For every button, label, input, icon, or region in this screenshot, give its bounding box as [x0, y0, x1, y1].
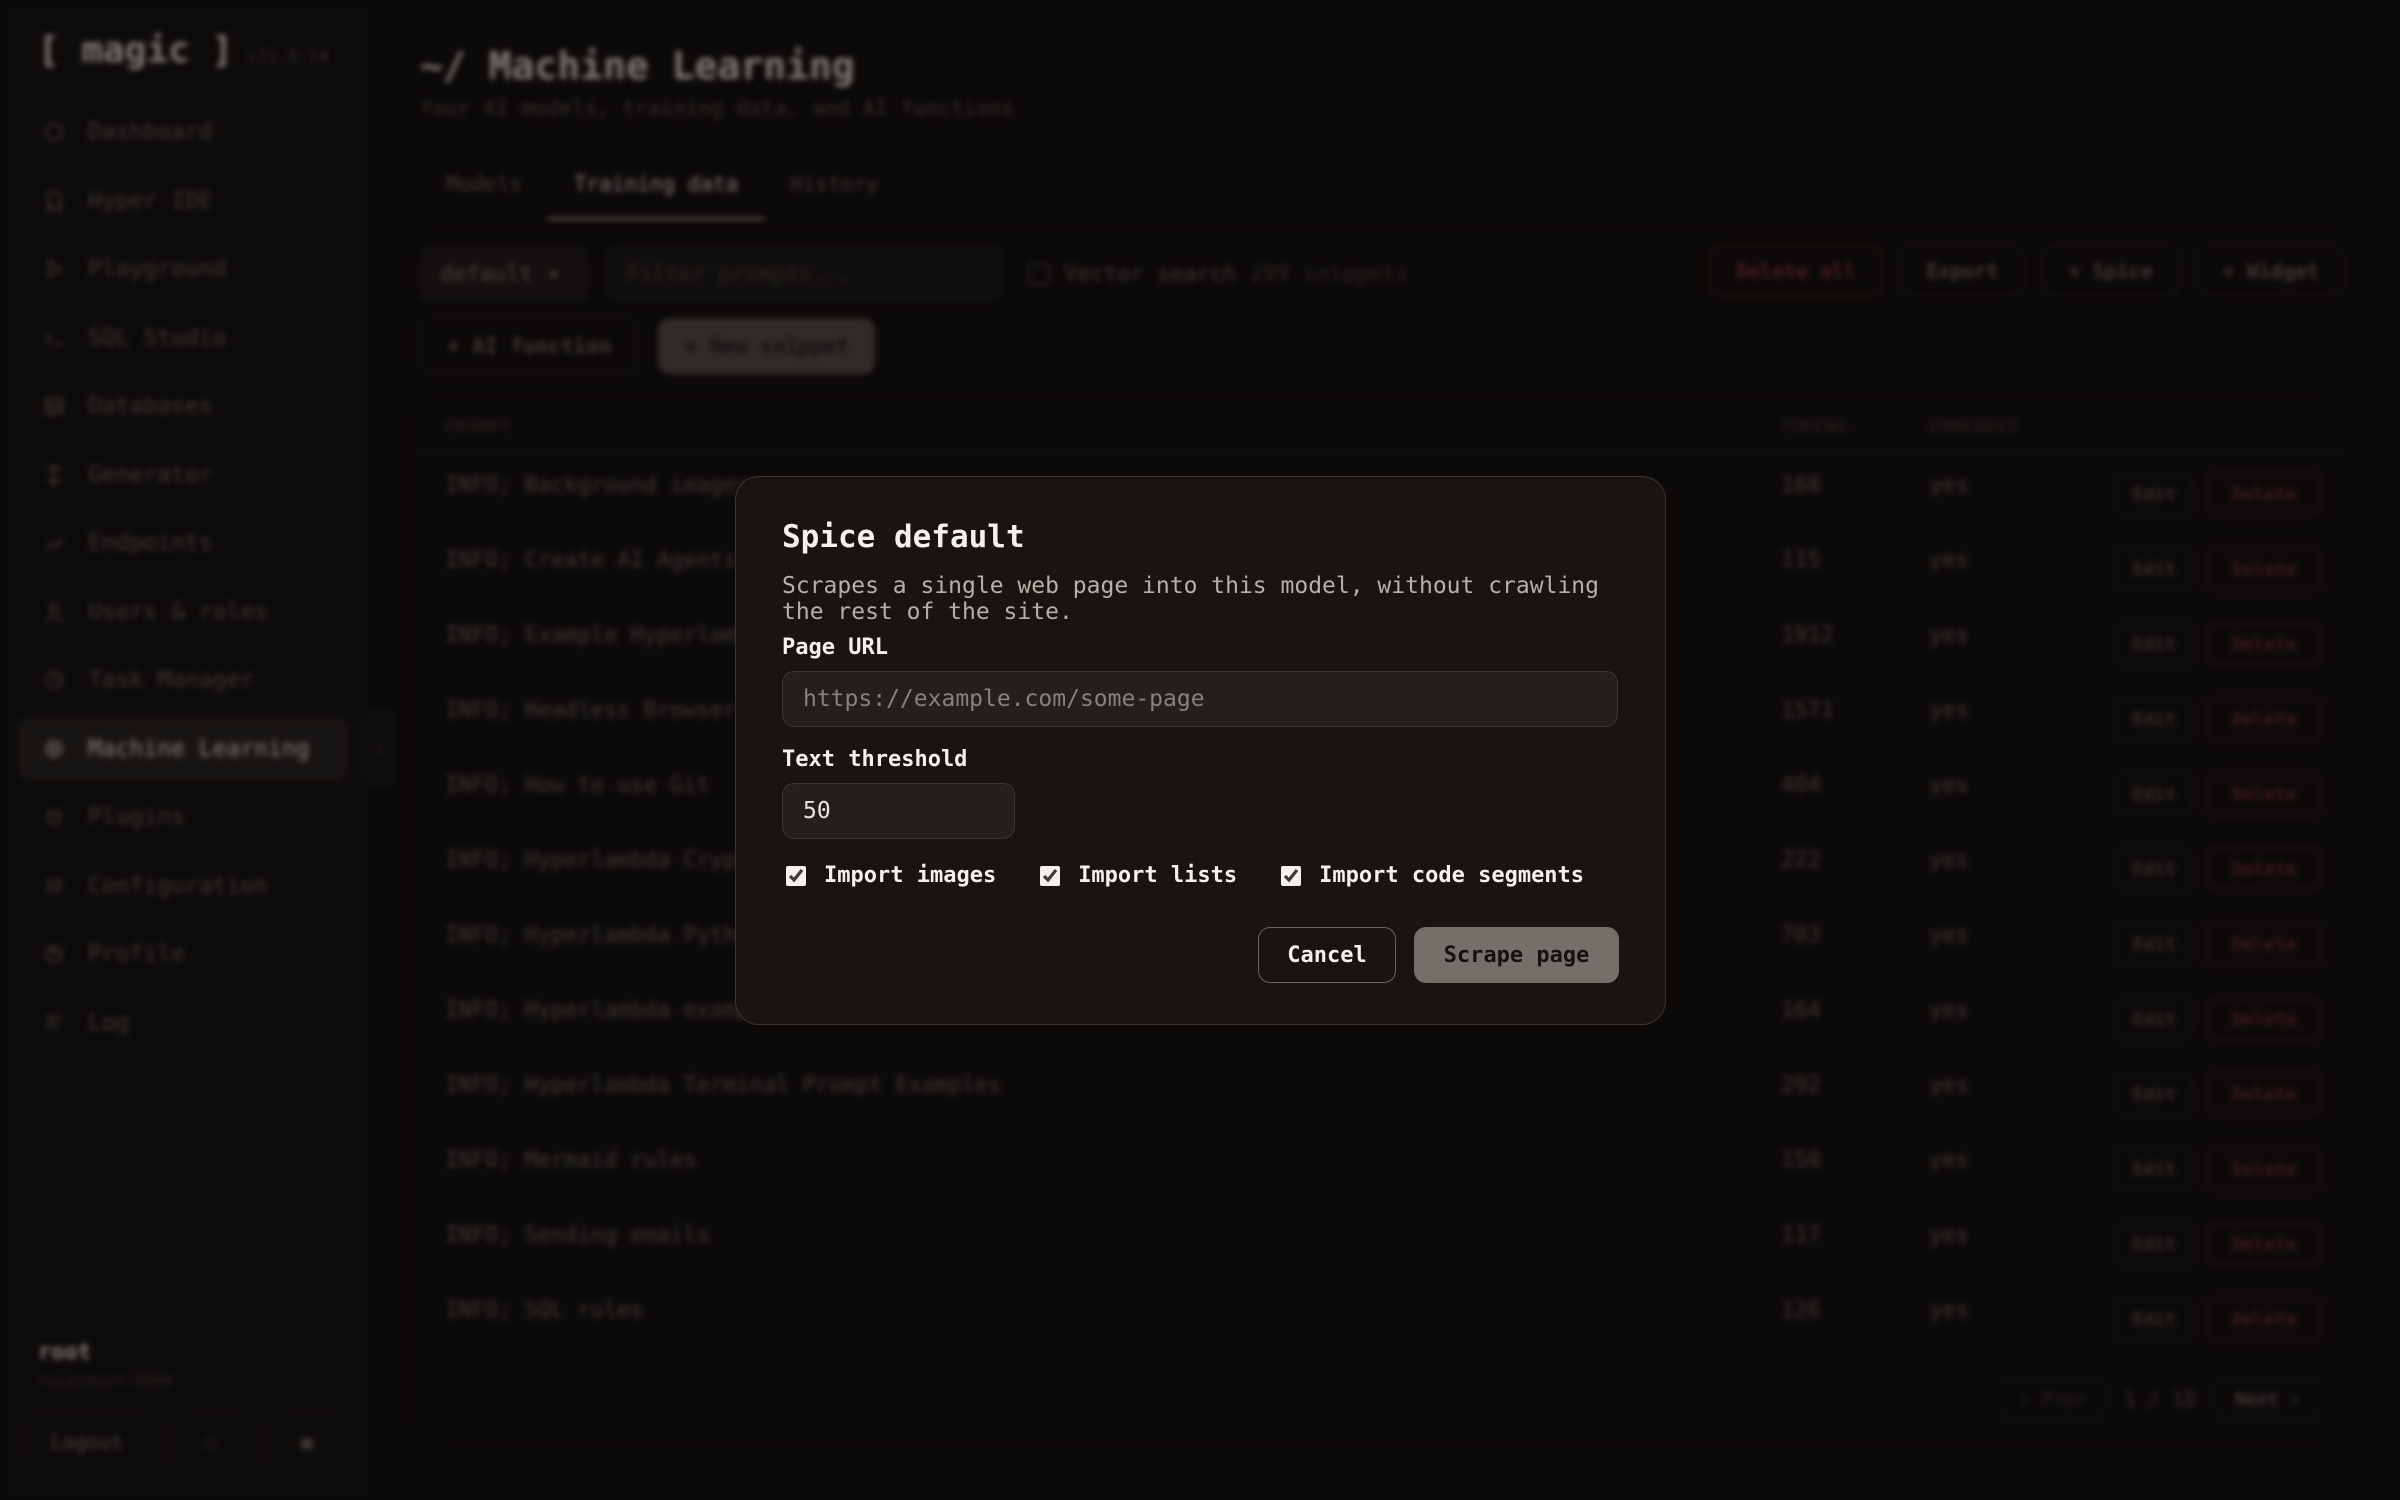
- import-lists-label: Import lists: [1078, 863, 1238, 888]
- import-images-label: Import images: [824, 863, 997, 888]
- page-url-label: Page URL: [782, 635, 888, 660]
- import-options: Import images Import lists Import code s…: [786, 863, 1628, 888]
- text-threshold-label: Text threshold: [782, 747, 968, 772]
- dialog-description: Scrapes a single web page into this mode…: [782, 573, 1599, 625]
- import-images-checkbox[interactable]: [786, 865, 806, 886]
- import-code-segments-label: Import code segments: [1319, 863, 1585, 888]
- spice-dialog: Spice default Scrapes a single web page …: [735, 476, 1666, 1025]
- scrape-page-button[interactable]: Scrape page: [1414, 927, 1619, 983]
- page-url-input[interactable]: [782, 671, 1618, 727]
- text-threshold-input[interactable]: [782, 783, 1015, 839]
- import-code-segments-checkbox[interactable]: [1281, 865, 1302, 886]
- dialog-title: Spice default: [782, 519, 1025, 555]
- import-images-option[interactable]: Import images: [786, 863, 996, 888]
- cancel-button[interactable]: Cancel: [1258, 927, 1396, 983]
- import-code-segments-option[interactable]: Import code segments: [1281, 863, 1584, 888]
- import-lists-checkbox[interactable]: [1040, 865, 1061, 886]
- import-lists-option[interactable]: Import lists: [1040, 863, 1237, 888]
